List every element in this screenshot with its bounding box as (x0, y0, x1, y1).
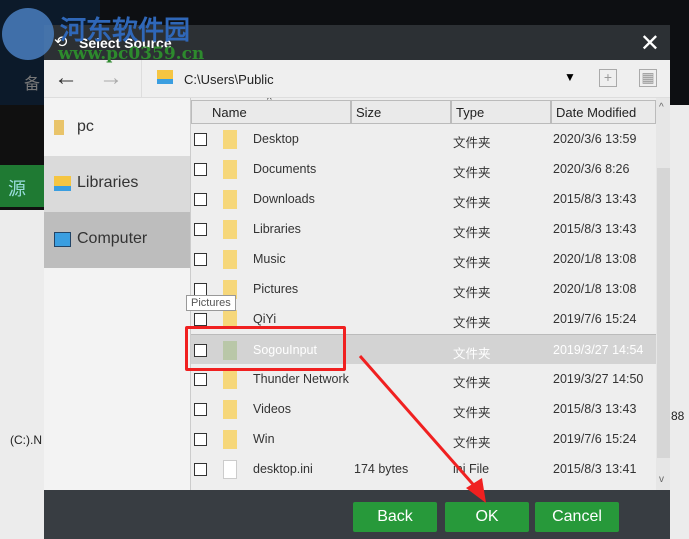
annotation-arrow (358, 355, 486, 503)
